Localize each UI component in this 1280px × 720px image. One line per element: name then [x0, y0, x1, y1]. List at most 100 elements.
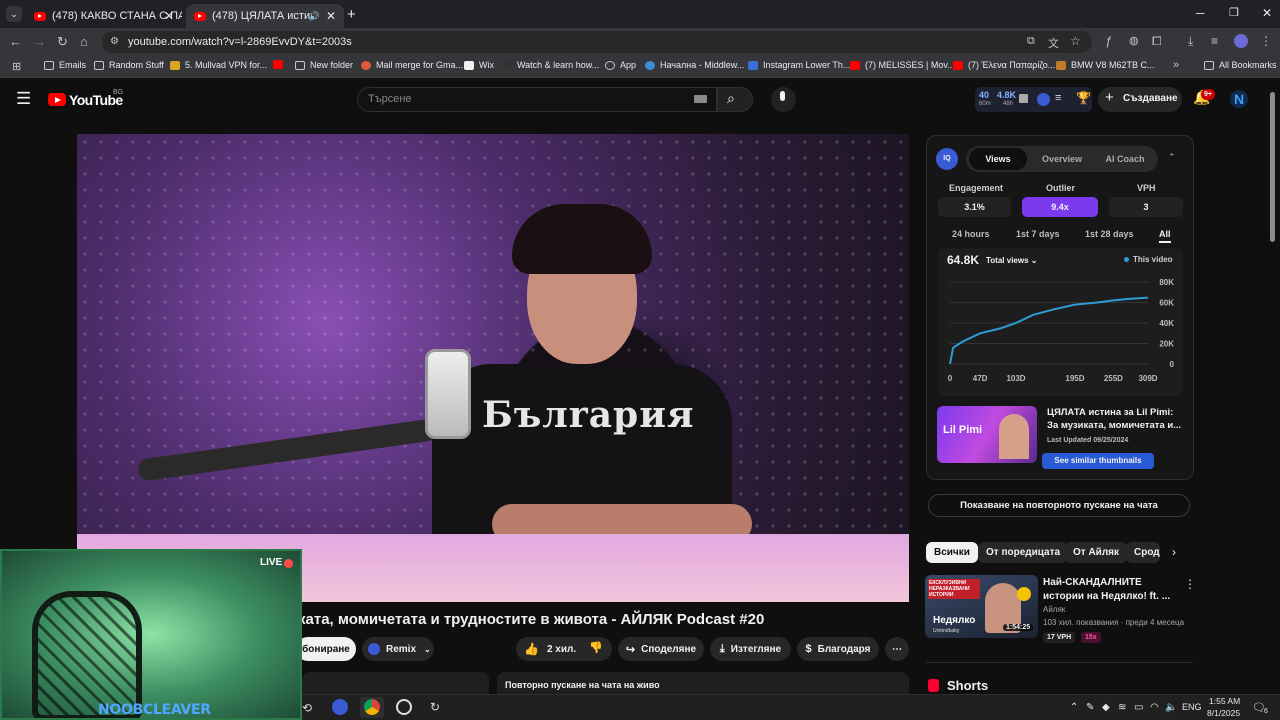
- tray-chevron-icon[interactable]: ⌃: [1070, 702, 1078, 713]
- thanks-button[interactable]: $ Благодаря: [797, 637, 879, 661]
- chip-from-aylyak[interactable]: От Айляк: [1065, 542, 1128, 563]
- hamburger-menu-icon[interactable]: ☰: [16, 89, 31, 109]
- tab-search-button[interactable]: ⌄: [6, 6, 22, 22]
- thumbs-down-icon[interactable]: 👎: [589, 641, 603, 654]
- home-icon[interactable]: ⌂: [80, 34, 88, 50]
- chip-related[interactable]: Сродни: [1126, 542, 1160, 563]
- chip-series[interactable]: От поредицата: [978, 542, 1069, 563]
- calendar-icon[interactable]: [1019, 94, 1028, 103]
- similar-thumbnail[interactable]: Lil Pimi: [937, 406, 1037, 463]
- tab-ai-coach[interactable]: AI Coach: [1096, 148, 1154, 170]
- url-text[interactable]: youtube.com/watch?v=l-2869EvvDY&t=2003s: [128, 36, 352, 48]
- download-button[interactable]: ⤓ Изтегляне: [710, 637, 791, 661]
- chevron-right-icon[interactable]: ›: [1172, 545, 1176, 559]
- more-options-icon[interactable]: ⋮: [1184, 577, 1196, 591]
- tray-pen-icon[interactable]: ✎: [1086, 702, 1094, 713]
- show-chat-replay-button[interactable]: Показване на повторното пускане на чата: [928, 494, 1190, 517]
- bookmark-random-stuff[interactable]: Random Stuff: [94, 60, 164, 70]
- obs-icon[interactable]: [396, 699, 412, 715]
- audio-icon[interactable]: 🔊: [309, 11, 320, 22]
- tray-network-icon[interactable]: ≋: [1118, 702, 1126, 713]
- menu-icon[interactable]: ⋮: [1260, 34, 1272, 48]
- recommended-thumbnail[interactable]: ЕКСКЛУЗИВНИ НЕРАЗКАЗВАНИ ИСТОРИИ Недялко…: [925, 575, 1038, 638]
- tab-views[interactable]: Views: [969, 148, 1027, 170]
- clock-date[interactable]: 8/1/2025: [1207, 708, 1240, 718]
- youtube-logo-icon[interactable]: [48, 93, 66, 106]
- description-box[interactable]: [302, 672, 489, 696]
- recommended-channel[interactable]: Айляк: [1043, 605, 1065, 614]
- bookmark-instagram[interactable]: Instagram Lower Th...: [748, 60, 850, 70]
- tray-app-icon[interactable]: ◆: [1102, 702, 1110, 713]
- site-info-icon[interactable]: ⚙: [110, 36, 119, 47]
- new-tab-button[interactable]: +: [347, 6, 356, 23]
- chip-all[interactable]: Всички: [926, 542, 978, 563]
- podcast-guest: Бълrария: [432, 204, 752, 554]
- tab-2[interactable]: (478) ЦЯЛАТА истина за Lil 🔊 ✕: [186, 4, 344, 28]
- tab-1[interactable]: (478) КАКВО СТАНА С ПАКТА? ✕: [26, 4, 182, 28]
- bookmark-youtube[interactable]: [273, 60, 288, 69]
- restore-icon[interactable]: ❐: [1229, 6, 1239, 19]
- translate-icon[interactable]: 文: [1048, 35, 1059, 51]
- video-player[interactable]: Бълrария: [77, 134, 909, 602]
- range-24-hours[interactable]: 24 hours: [952, 229, 990, 239]
- stats-widget[interactable]: [975, 87, 1092, 112]
- profile-avatar[interactable]: [1234, 34, 1248, 48]
- bookmark-melisses[interactable]: (7) MELISSES | Mov...: [850, 60, 955, 70]
- bookmark-star-icon[interactable]: ☆: [1070, 34, 1081, 48]
- tab-overview[interactable]: Overview: [1034, 148, 1090, 170]
- iq-icon[interactable]: [1037, 93, 1050, 106]
- outlier-badge: 15x: [1081, 632, 1101, 643]
- taskbar-app-icon[interactable]: ↻: [430, 700, 440, 714]
- bookmark-wix[interactable]: Wix: [464, 60, 494, 70]
- extension-fx-icon[interactable]: ƒ: [1105, 34, 1112, 48]
- bookmark-mullvad[interactable]: 5. Mullvad VPN for...: [170, 60, 267, 70]
- bookmark-bmw[interactable]: BMW V8 M62TB C...: [1056, 60, 1155, 70]
- install-icon[interactable]: ⧉: [1027, 35, 1035, 48]
- share-button[interactable]: ↪ Споделяне: [618, 637, 704, 661]
- range-first-7-days[interactable]: 1st 7 days: [1016, 229, 1060, 239]
- media-icon[interactable]: ≡: [1211, 34, 1218, 48]
- apps-grid-icon[interactable]: ⊞: [12, 60, 21, 73]
- forward-icon[interactable]: →: [33, 34, 46, 50]
- all-bookmarks[interactable]: All Bookmarks: [1204, 60, 1277, 70]
- download-icon[interactable]: ⤓: [1188, 34, 1193, 49]
- page-scrollbar[interactable]: [1270, 92, 1275, 242]
- tray-volume-icon[interactable]: 🔈: [1165, 702, 1177, 713]
- close-window-icon[interactable]: ✕: [1262, 6, 1272, 20]
- close-icon[interactable]: ✕: [326, 9, 336, 23]
- list-icon[interactable]: ≡: [1055, 92, 1061, 104]
- taskbar-app-icon[interactable]: ⟲: [302, 701, 312, 715]
- bookmark-emails[interactable]: Emails: [44, 60, 86, 70]
- back-icon[interactable]: ←: [9, 34, 22, 50]
- more-actions-button[interactable]: ⋯: [885, 637, 909, 661]
- bookmark-mail-merge[interactable]: Mail merge for Gma...: [361, 60, 463, 70]
- collapse-icon[interactable]: ⌃: [1168, 152, 1176, 163]
- close-icon[interactable]: ✕: [164, 9, 174, 23]
- remix-button[interactable]: Remix ⌄: [362, 637, 434, 661]
- taskbar-app-icon[interactable]: [332, 699, 348, 715]
- search-button[interactable]: [717, 87, 753, 112]
- input-language[interactable]: ENG: [1182, 702, 1202, 712]
- account-avatar[interactable]: N: [1230, 90, 1248, 108]
- bookmark-app[interactable]: App: [605, 60, 636, 70]
- trophy-icon[interactable]: 🏆: [1076, 91, 1091, 105]
- tray-display-icon[interactable]: ▭: [1134, 702, 1143, 713]
- minimize-icon[interactable]: ─: [1196, 6, 1205, 20]
- bookmark-watch-learn[interactable]: Watch & learn how...: [502, 60, 599, 70]
- recommended-title[interactable]: Най-СКАНДАЛНИТЕ истории на Недялко! ft. …: [1043, 576, 1178, 604]
- extensions-puzzle-icon[interactable]: ⧠: [1152, 34, 1162, 49]
- total-views-dropdown[interactable]: Total views ⌄: [982, 254, 1041, 267]
- see-similar-thumbnails-button[interactable]: See similar thumbnails: [1042, 453, 1154, 469]
- bookmark-elena[interactable]: (7) Έλενα Παπαρίζο...: [953, 60, 1055, 70]
- bookmark-middleware[interactable]: Начална - Middlew...: [645, 60, 744, 70]
- range-first-28-days[interactable]: 1st 28 days: [1085, 229, 1134, 239]
- range-all[interactable]: All: [1159, 229, 1171, 243]
- subscribe-button[interactable]: бониране: [296, 637, 356, 661]
- tray-wifi-icon[interactable]: ◠: [1150, 702, 1159, 713]
- reload-icon[interactable]: ↻: [57, 34, 68, 50]
- bookmark-new-folder[interactable]: New folder: [295, 60, 353, 70]
- extension-icon[interactable]: ◍: [1129, 34, 1139, 47]
- clock-time[interactable]: 1:55 AM: [1209, 696, 1240, 706]
- keyboard-icon[interactable]: [694, 95, 707, 103]
- bookmarks-overflow[interactable]: »: [1173, 59, 1179, 71]
